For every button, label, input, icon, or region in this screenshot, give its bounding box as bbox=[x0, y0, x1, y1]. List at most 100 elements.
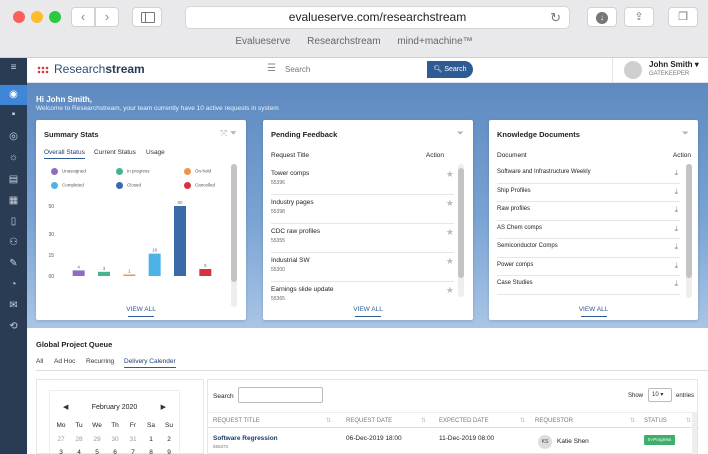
pending-view-all-link[interactable]: VIEW ALL bbox=[263, 306, 473, 313]
column-request-date[interactable]: REQUEST DATE bbox=[346, 418, 392, 424]
save-icon[interactable]: ▪ bbox=[0, 105, 27, 125]
download-icon[interactable]: ⤓ bbox=[674, 168, 678, 178]
reload-icon[interactable]: ↻ bbox=[550, 7, 561, 28]
knowledge-scrollbar[interactable] bbox=[686, 164, 692, 298]
bookmark-mind-machine[interactable]: mind+machine™ bbox=[397, 36, 472, 47]
filter-icon[interactable]: ⏷ bbox=[230, 128, 237, 138]
download-icon[interactable]: ⤓ bbox=[674, 224, 678, 234]
forward-button[interactable]: › bbox=[95, 7, 119, 27]
calendar-day[interactable]: 5 bbox=[88, 449, 106, 454]
bar-in-progress[interactable] bbox=[98, 271, 110, 276]
list-item[interactable]: CDC raw profiles 55355 ★ bbox=[271, 224, 454, 253]
bar-unassigned[interactable] bbox=[72, 270, 85, 276]
tab-current-status[interactable]: Current Status bbox=[94, 149, 136, 156]
list-item[interactable]: Earnings slide update 55365 ★ bbox=[271, 282, 454, 302]
calendar-day[interactable]: 2 bbox=[160, 436, 178, 443]
sort-icon[interactable]: ⇅ bbox=[686, 417, 691, 424]
star-icon[interactable]: ★ bbox=[446, 227, 454, 238]
summary-scrollbar[interactable] bbox=[231, 164, 237, 307]
summary-view-all-link[interactable]: VIEW ALL bbox=[36, 306, 246, 313]
filter-icon[interactable]: ⏷ bbox=[457, 128, 464, 138]
maximize-window-icon[interactable] bbox=[49, 11, 61, 23]
researchstream-logo[interactable]: Researchstream bbox=[37, 62, 145, 76]
address-bar[interactable]: evalueserve.com/researchstream ↻ bbox=[185, 6, 570, 29]
bar-closed[interactable] bbox=[174, 206, 186, 276]
star-icon[interactable]: ★ bbox=[446, 256, 454, 267]
feedback-icon[interactable]: ✎ bbox=[0, 254, 27, 274]
download-icon[interactable]: ⤓ bbox=[674, 187, 678, 197]
download-icon[interactable]: ⤓ bbox=[674, 261, 678, 271]
list-item[interactable]: Software and Infrastructure Weekly ⤓ bbox=[497, 165, 680, 184]
user-avatar[interactable] bbox=[624, 61, 642, 79]
expand-icon[interactable]: ⤧ bbox=[220, 128, 227, 138]
calendar-icon[interactable]: ▦ bbox=[0, 191, 27, 211]
column-status[interactable]: STATUS bbox=[644, 418, 667, 424]
download-icon[interactable]: ⤓ bbox=[674, 205, 678, 215]
reports-icon[interactable]: ▤ bbox=[0, 170, 27, 190]
page-size-select[interactable]: 10 ▾ bbox=[648, 388, 672, 402]
filter-icon[interactable]: ⏷ bbox=[682, 128, 689, 138]
share-icon[interactable]: ⇪ bbox=[624, 7, 654, 27]
list-item[interactable]: Power comps ⤓ bbox=[497, 258, 680, 276]
calendar-day[interactable]: 31 bbox=[124, 436, 142, 443]
list-item[interactable]: Raw profiles ⤓ bbox=[497, 202, 680, 221]
list-item[interactable]: AS Chem comps ⤓ bbox=[497, 221, 680, 239]
bar-cancelled[interactable] bbox=[199, 269, 212, 276]
bar-on-hold[interactable] bbox=[123, 274, 136, 277]
search-menu-icon[interactable]: ☰ bbox=[267, 63, 276, 74]
column-expected-date[interactable]: EXPECTED DATE bbox=[439, 418, 489, 424]
list-item[interactable]: Semiconductor Comps ⤓ bbox=[497, 239, 680, 258]
calendar-day[interactable]: 6 bbox=[106, 449, 124, 454]
tab-recurring[interactable]: Recurring bbox=[86, 358, 114, 365]
column-request-title[interactable]: REQUEST TITLE bbox=[213, 418, 260, 424]
tab-all[interactable]: All bbox=[36, 358, 43, 365]
back-button[interactable]: ‹ bbox=[71, 7, 95, 27]
chat-icon[interactable]: ◔ bbox=[0, 275, 27, 295]
calendar-day[interactable]: 28 bbox=[70, 436, 88, 443]
calendar-day[interactable]: 1 bbox=[142, 436, 160, 443]
users-icon[interactable]: ⚇ bbox=[0, 233, 27, 253]
download-icon[interactable]: ⤓ bbox=[674, 242, 678, 252]
calendar-day[interactable]: 9 bbox=[160, 449, 178, 454]
tab-overall-status[interactable]: Overall Status bbox=[44, 149, 85, 159]
user-name-menu[interactable]: John Smith ▾ bbox=[649, 60, 699, 69]
knowledge-view-all-link[interactable]: VIEW ALL bbox=[489, 306, 698, 313]
mail-icon[interactable]: ✉ bbox=[0, 296, 27, 316]
sort-icon[interactable]: ⇅ bbox=[421, 417, 426, 424]
calendar-day[interactable]: 30 bbox=[106, 436, 124, 443]
documents-icon[interactable]: ▯ bbox=[0, 212, 27, 232]
sort-icon[interactable]: ⇅ bbox=[326, 417, 331, 424]
star-icon[interactable]: ★ bbox=[446, 169, 454, 180]
calendar-day[interactable]: 4 bbox=[70, 449, 88, 454]
list-item[interactable]: Tower comps 55396 ★ bbox=[271, 166, 454, 195]
minimize-window-icon[interactable] bbox=[31, 11, 43, 23]
bookmark-researchstream[interactable]: Researchstream bbox=[307, 36, 380, 47]
list-item[interactable]: Ship Profiles ⤓ bbox=[497, 184, 680, 202]
search-button[interactable]: 🔍︎ Search bbox=[427, 61, 473, 78]
menu-icon[interactable]: ≡ bbox=[0, 58, 27, 78]
download-icon[interactable]: ⤓ bbox=[674, 279, 678, 289]
sort-icon[interactable]: ⇅ bbox=[520, 417, 525, 424]
ideas-icon[interactable]: ☼ bbox=[0, 148, 27, 168]
table-search-input[interactable] bbox=[238, 387, 323, 403]
downloads-icon[interactable]: ↓ bbox=[587, 7, 617, 27]
pending-scrollbar[interactable] bbox=[458, 164, 464, 297]
list-item[interactable]: Industrial SW 55300 ★ bbox=[271, 253, 454, 282]
star-icon[interactable]: ★ bbox=[446, 198, 454, 209]
tab-ad-hoc[interactable]: Ad Hoc bbox=[54, 358, 75, 365]
bar-completed[interactable] bbox=[148, 253, 161, 276]
star-icon[interactable]: ★ bbox=[446, 285, 454, 296]
view-icon[interactable]: ◎ bbox=[0, 127, 27, 147]
list-item[interactable]: Case Studies ⤓ bbox=[497, 276, 680, 295]
tabs-overview-icon[interactable]: ❐ bbox=[668, 7, 698, 27]
search-input[interactable] bbox=[285, 61, 425, 78]
calendar-day[interactable]: 3 bbox=[52, 449, 70, 454]
calendar-day[interactable]: 27 bbox=[52, 436, 70, 443]
dashboard-icon[interactable]: ◉ bbox=[0, 85, 27, 105]
calendar-day[interactable]: 8 bbox=[142, 449, 160, 454]
request-title-link[interactable]: Software Regression bbox=[213, 435, 278, 442]
close-window-icon[interactable] bbox=[13, 11, 25, 23]
bookmark-evalueserve[interactable]: Evalueserve bbox=[235, 36, 290, 47]
tab-delivery-calender[interactable]: Delivery Calender bbox=[124, 358, 176, 368]
calendar-day[interactable]: 7 bbox=[124, 449, 142, 454]
